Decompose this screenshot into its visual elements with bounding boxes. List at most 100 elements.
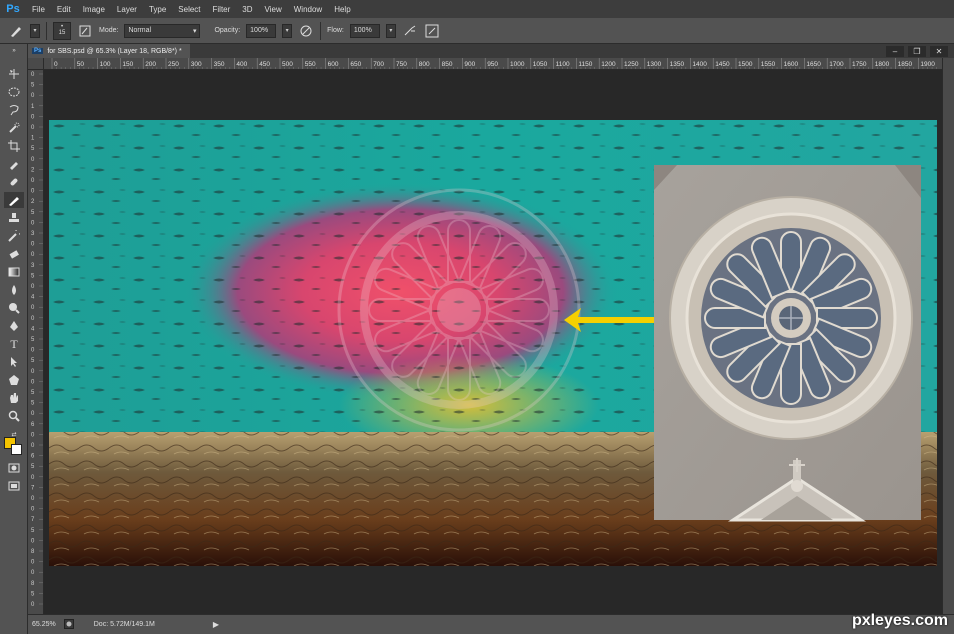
airbrush-icon[interactable]	[402, 23, 418, 39]
quick-select-tool-icon[interactable]	[4, 120, 24, 136]
eraser-tool-icon[interactable]	[4, 246, 24, 262]
close-button[interactable]: ✕	[930, 45, 948, 57]
menu-type[interactable]: Type	[143, 5, 172, 14]
crop-tool-icon[interactable]	[4, 138, 24, 154]
status-menu-arrow-icon[interactable]: ▶	[213, 620, 219, 629]
ruler-tick-label: 1500	[738, 61, 753, 68]
ruler-tick-label: 0	[31, 411, 35, 417]
brush-size-value: 15	[58, 30, 66, 36]
ruler-tick-label: 5	[31, 401, 35, 407]
flow-slider-toggle[interactable]: ▾	[385, 23, 396, 38]
menu-3d[interactable]: 3D	[236, 5, 258, 14]
menu-image[interactable]: Image	[77, 5, 111, 14]
move-tool-icon[interactable]	[4, 66, 24, 82]
menu-edit[interactable]: Edit	[51, 5, 77, 14]
ruler-tick-label: 5	[31, 464, 35, 470]
zoom-tool-icon[interactable]	[4, 408, 24, 424]
status-info-icon[interactable]	[63, 618, 74, 631]
ruler-tick-label: 5	[31, 273, 35, 279]
pressure-size-icon[interactable]	[424, 23, 440, 39]
brush-panel-toggle-icon[interactable]	[77, 23, 93, 39]
vertical-scrollbar[interactable]	[942, 58, 954, 614]
pressure-opacity-icon[interactable]	[298, 23, 314, 39]
document-size: Doc: 5.72M/149.1M	[93, 621, 155, 628]
mode-dropdown[interactable]: Normal ▾	[124, 23, 201, 38]
ruler-tick-label: 5	[31, 337, 35, 343]
document-tab[interactable]: Ps for SBS.psd @ 65.3% (Layer 18, RGB/8*…	[28, 44, 190, 58]
watermark: pxleyes.com	[851, 612, 948, 629]
menu-select[interactable]: Select	[172, 5, 206, 14]
screen-mode-icon[interactable]	[4, 478, 24, 494]
menu-filter[interactable]: Filter	[207, 5, 237, 14]
ruler-tick-label: 1400	[692, 61, 707, 68]
options-bar: ▾ • 15 Mode: Normal ▾ Opacity: 100% ▾ Fl…	[0, 18, 954, 44]
ruler-tick-label: 0	[31, 125, 35, 131]
hand-tool-icon[interactable]	[4, 390, 24, 406]
menu-layer[interactable]: Layer	[111, 5, 143, 14]
flow-input[interactable]: 100%	[349, 23, 380, 38]
ruler-tick-label: 400	[236, 61, 247, 68]
ruler-tick-label: 200	[145, 61, 156, 68]
menu-view[interactable]: View	[259, 5, 288, 14]
shape-tool-icon[interactable]	[4, 372, 24, 388]
document-canvas[interactable]	[49, 120, 937, 566]
zoom-level[interactable]: 65.25%	[32, 621, 56, 628]
ruler-tick-label: 0	[31, 316, 35, 322]
ruler-tick-label: 1250	[624, 61, 639, 68]
flow-value: 100%	[353, 27, 372, 34]
ruler-tick-label: 0	[54, 61, 58, 68]
ruler-tick-label: 5	[31, 210, 35, 216]
background-color-swatch[interactable]	[11, 444, 22, 455]
healing-tool-icon[interactable]	[4, 174, 24, 190]
dodge-tool-icon[interactable]	[4, 300, 24, 316]
ruler-tick-label: 0	[31, 379, 35, 385]
ruler-tick-label: 450	[259, 61, 270, 68]
marquee-tool-icon[interactable]	[4, 84, 24, 100]
menu-window[interactable]: Window	[288, 5, 328, 14]
clone-stamp-tool-icon[interactable]	[4, 210, 24, 226]
gradient-tool-icon[interactable]	[4, 264, 24, 280]
ruler-tick-label: 0	[31, 93, 35, 99]
type-tool-icon[interactable]: T	[4, 336, 24, 352]
opacity-label: Opacity:	[214, 27, 241, 34]
history-brush-tool-icon[interactable]	[4, 228, 24, 244]
ruler-tick-label: 1300	[647, 61, 662, 68]
ruler-tick-label: 850	[442, 61, 453, 68]
ruler-tick-label: 5	[31, 390, 35, 396]
ruler-tick-label: 900	[464, 61, 475, 68]
mode-label: Mode:	[99, 27, 119, 34]
document-badge: Ps	[32, 48, 44, 54]
brush-size-picker[interactable]: • 15	[53, 21, 71, 40]
ruler-left-ticks: 0 5 0 1 0 0 1 5 0 2 0 0 2 5 0 3 0 0 3 5 0 4 0 0 4 5 0 5 0 0 5 5 0 6 0 0 6 5 0 7…	[31, 72, 43, 608]
chevron-down-icon[interactable]: ▾	[30, 23, 40, 38]
ruler-tick-label: 750	[396, 61, 407, 68]
ruler-top[interactable]: 0 50 100 150 200 250 300 350 400 450 500 550 600 650 7…	[44, 58, 942, 70]
minimize-button[interactable]: –	[886, 45, 904, 57]
brush-preset-icon[interactable]	[8, 23, 24, 39]
eyedropper-tool-icon[interactable]	[4, 156, 24, 172]
menu-file[interactable]: File	[26, 5, 51, 14]
ruler-tick-label: 0	[31, 507, 35, 513]
ruler-tick-label: 0	[31, 178, 35, 184]
ruler-tick-label: 0	[31, 496, 35, 502]
toolbox: » T ⇄	[0, 44, 28, 634]
opacity-slider-toggle[interactable]: ▾	[282, 23, 293, 38]
document-title: for SBS.psd @ 65.3% (Layer 18, RGB/8*) *	[47, 47, 182, 55]
path-select-tool-icon[interactable]	[4, 354, 24, 370]
brush-tool-icon[interactable]	[4, 192, 24, 208]
ruler-tick-label: 1450	[715, 61, 730, 68]
collapse-chevron-icon[interactable]: »	[4, 48, 24, 54]
blur-tool-icon[interactable]	[4, 282, 24, 298]
ruler-tick-label: 0	[31, 305, 35, 311]
lasso-tool-icon[interactable]	[4, 102, 24, 118]
ruler-tick-label: 0	[31, 602, 35, 608]
source-photo-layer[interactable]	[654, 165, 921, 522]
pen-tool-icon[interactable]	[4, 318, 24, 334]
opacity-input[interactable]: 100%	[246, 23, 277, 38]
quick-mask-icon[interactable]	[4, 460, 24, 476]
menu-help[interactable]: Help	[328, 5, 356, 14]
menu-bar: Ps File Edit Image Layer Type Select Fil…	[0, 0, 954, 18]
ruler-corner[interactable]	[28, 58, 44, 70]
restore-button[interactable]: ❐	[908, 45, 926, 57]
ruler-left[interactable]: 0 5 0 1 0 0 1 5 0 2 0 0 2 5 0 3 0 0 3 5 0 4 0 0 4 5 0 5 0 0 5 5 0 6 0 0 6 5 0 7…	[28, 70, 44, 614]
